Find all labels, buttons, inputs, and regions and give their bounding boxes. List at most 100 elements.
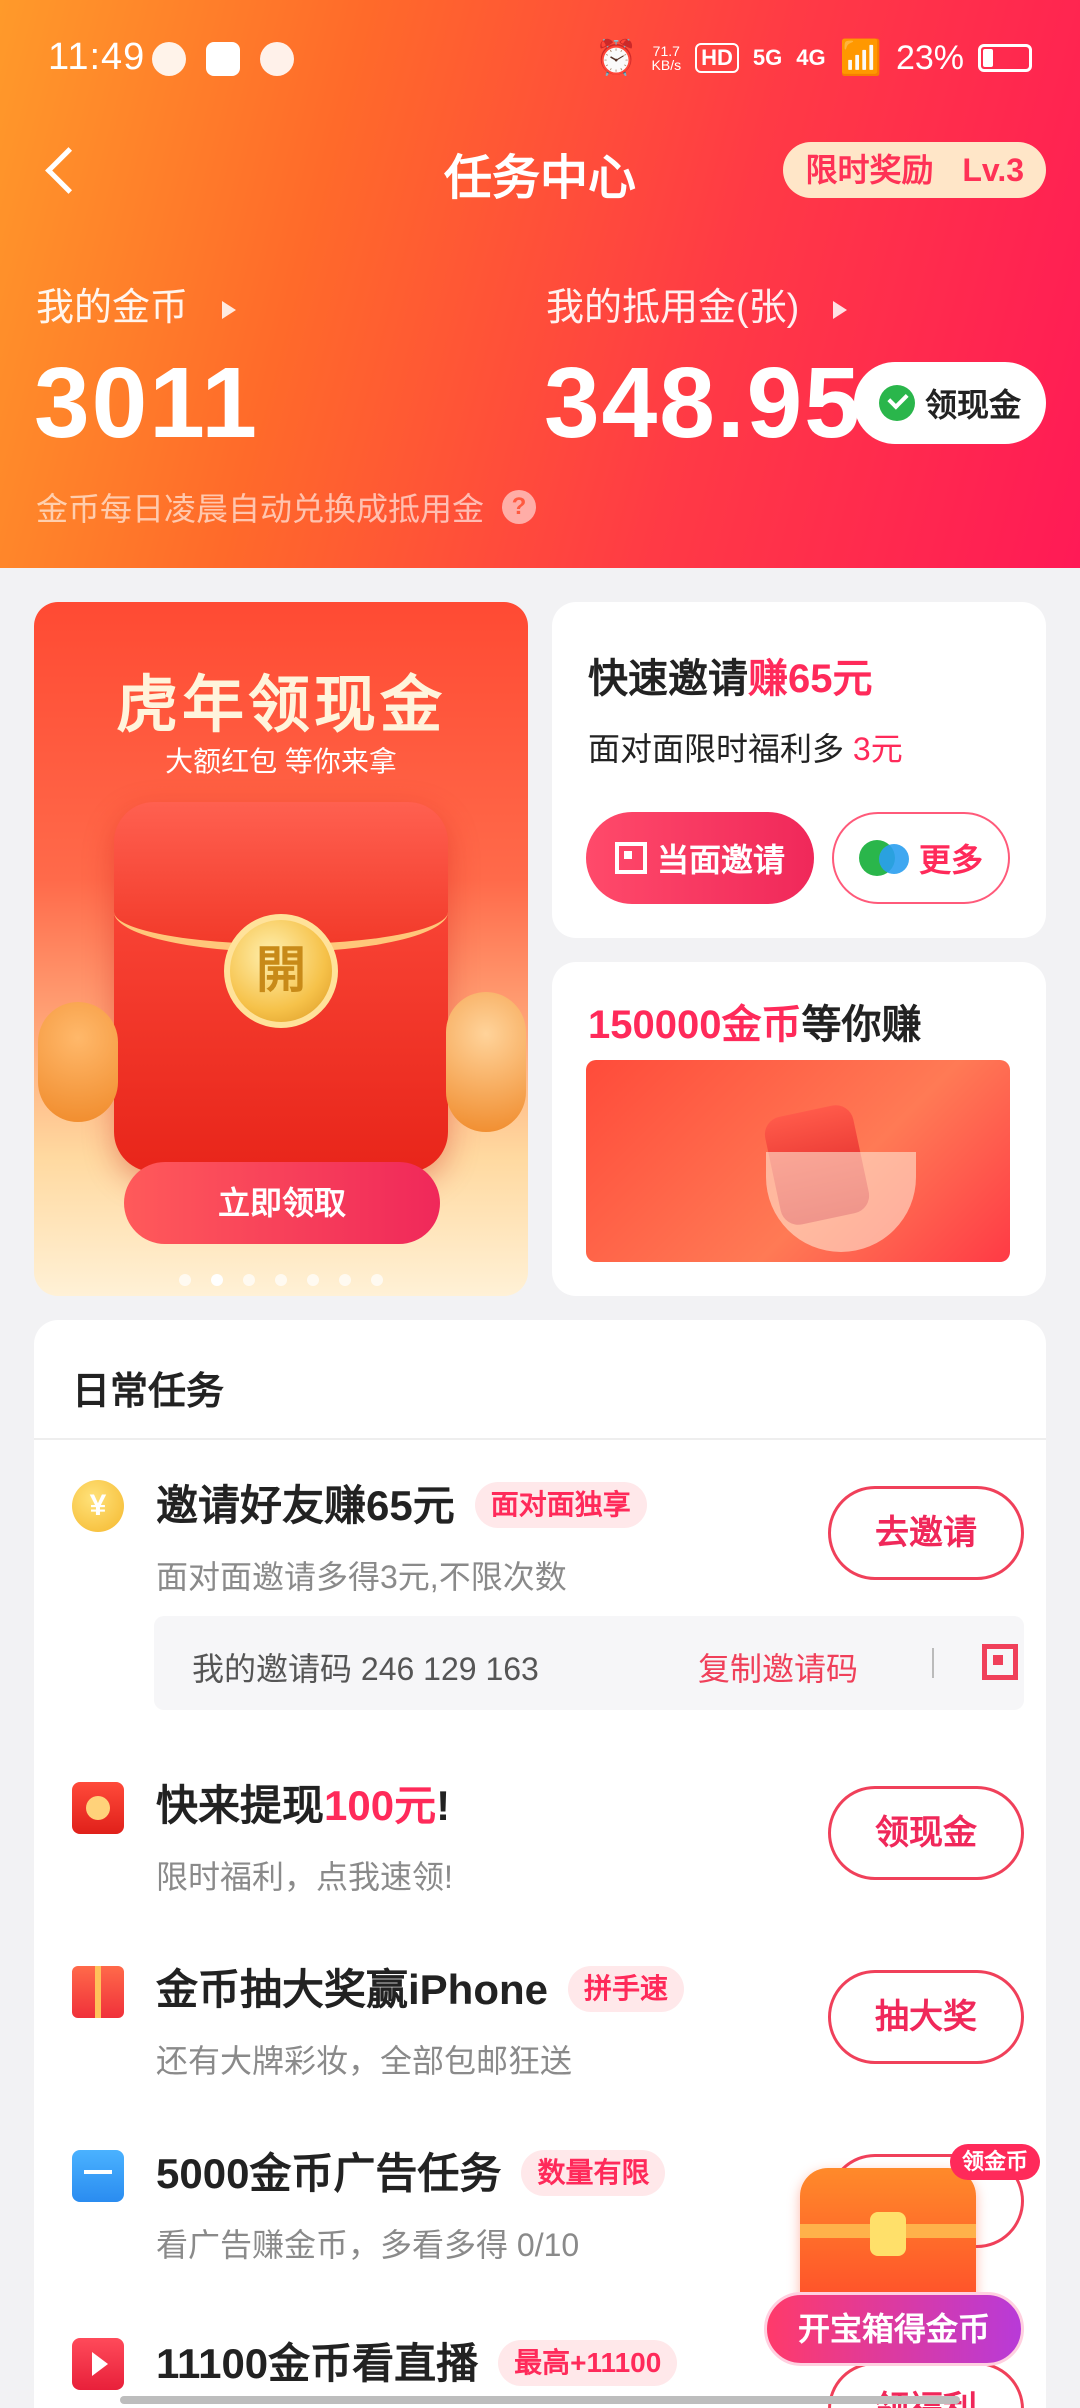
carousel-dot [371, 1274, 383, 1286]
voucher-label-text: 我的抵用金(张) [546, 287, 800, 329]
status-right: ⏰ 71.7 KB/s HD 5G 4G 📶 23% [595, 38, 1032, 78]
voucher-value: 348.95 [544, 347, 862, 459]
claim-now-button[interactable]: 立即领取 [124, 1162, 440, 1244]
go-invite-button[interactable]: 去邀请 [828, 1486, 1024, 1580]
task-name-text: 5000金币广告任务 [156, 2150, 502, 2197]
limit-badge-label: 限时奖励 [805, 152, 934, 188]
wifi-icon: 📶 [839, 39, 882, 77]
coins-promo-image [586, 1060, 1010, 1262]
coins-promo-title: 150000金币等你赚 [588, 992, 921, 1050]
limit-reward-badge[interactable]: 限时奖励 Lv.3 [783, 142, 1046, 198]
carousel-dot-active [211, 1274, 223, 1286]
alarm-icon: ⏰ [595, 39, 638, 77]
task-tag: 最高+11100 [498, 2339, 678, 2386]
app-notification-icon [206, 42, 240, 76]
coins-title-b: 等你赚 [801, 1003, 922, 1047]
hd-badge: HD [695, 43, 739, 73]
red-envelope-icon [72, 1782, 124, 1834]
help-icon[interactable]: ? [502, 490, 537, 524]
notification-icons [152, 42, 294, 76]
task-name: 金币抽大奖赢iPhone 拼手速 [156, 1956, 685, 2017]
battery-percent: 23% [895, 38, 964, 77]
message-icon [260, 42, 294, 76]
task-name-c: ! [436, 1782, 451, 1829]
task-name-a: 快来提现 [156, 1782, 325, 1829]
gesture-bar[interactable] [120, 2396, 960, 2404]
bowl-illustration [766, 1152, 916, 1252]
open-coin-icon: 開 [224, 914, 338, 1028]
task-name-text: 金币抽大奖赢iPhone [156, 1966, 549, 2013]
treasure-chest-widget[interactable]: 领金币 开宝箱得金币 [764, 2140, 1041, 2366]
invite-card-subtitle: 面对面限时福利多 3元 [588, 724, 903, 770]
tiger-mascot-right [446, 992, 526, 1132]
arrow-right-icon [833, 300, 848, 319]
notice-text: 金币每日凌晨自动兑换成抵用金 [36, 491, 485, 527]
task-name: 邀请好友赚65元 面对面独享 [156, 1472, 647, 1533]
redpack-subtitle: 大额红包 等你来拿 [165, 746, 397, 777]
task-desc: 面对面邀请多得3元,不限次数 [156, 1559, 567, 1595]
invite-code-row: 我的邀请码 246 129 163 复制邀请码 [154, 1616, 1024, 1710]
carousel-dot [179, 1274, 191, 1286]
divider [932, 1648, 934, 1678]
get-cash-task-button[interactable]: 领现金 [828, 1786, 1024, 1880]
redpack-banner[interactable]: 虎年领现金 大额红包 等你来拿 開 立即领取 [34, 602, 528, 1296]
task-tag: 拼手速 [568, 1965, 685, 2012]
invite-title-b: 赚65元 [748, 657, 873, 701]
open-chest-button[interactable]: 开宝箱得金币 [764, 2292, 1024, 2366]
coins-promo-card[interactable]: 150000金币等你赚 [552, 962, 1046, 1296]
net-speed-unit: KB/s [651, 57, 682, 73]
get-cash-button[interactable]: 领现金 [854, 362, 1046, 444]
tiger-mascot-left [38, 1002, 118, 1122]
voucher-label[interactable]: 我的抵用金(张) [546, 276, 848, 331]
signal-5g: 5G [752, 45, 783, 70]
task-name: 快来提现100元! [156, 1772, 450, 1833]
live-play-icon [72, 2338, 124, 2390]
daily-tasks-title: 日常任务 [72, 1371, 225, 1413]
header: 11:49 ⏰ 71.7 KB/s HD 5G 4G 📶 23% 任务中心 限时奖… [0, 0, 1080, 568]
quick-invite-card: 快速邀请赚65元 面对面限时福利多 3元 当面邀请 更多 [552, 602, 1046, 938]
task-name-text: 邀请好友赚65元 [156, 1482, 455, 1529]
draw-prize-button[interactable]: 抽大奖 [828, 1970, 1024, 2064]
invite-card-title: 快速邀请赚65元 [588, 646, 873, 704]
more-label: 更多 [918, 842, 983, 878]
battery-icon [978, 44, 1032, 72]
gift-icon [72, 1966, 124, 2018]
level-label: Lv.3 [962, 152, 1024, 188]
copy-invite-code-button[interactable]: 复制邀请码 [698, 1644, 858, 1690]
invite-code-label: 我的邀请码 246 129 163 [192, 1651, 539, 1687]
wechat-icon [858, 840, 909, 876]
carousel-dot [275, 1274, 287, 1286]
qr-code-icon[interactable] [982, 1644, 1018, 1680]
more-share-button[interactable]: 更多 [832, 812, 1010, 904]
exchange-notice: 金币每日凌晨自动兑换成抵用金 ? [36, 484, 537, 530]
carousel-dots [34, 1274, 528, 1286]
carousel-dot [307, 1274, 319, 1286]
get-coins-tag: 领金币 [950, 2144, 1041, 2180]
task-tag: 数量有限 [521, 2149, 666, 2196]
qr-code-icon [614, 842, 647, 874]
task-desc: 还有大牌彩妆，全部包邮狂送 [156, 2043, 573, 2079]
task-name: 5000金币广告任务 数量有限 [156, 2140, 666, 2201]
task-name-b: 100元 [324, 1782, 437, 1829]
redpack-title: 虎年领现金 [115, 671, 446, 740]
coins-label[interactable]: 我的金币 [36, 276, 237, 331]
task-name: 11100金币看直播 最高+11100 [156, 2330, 678, 2391]
arrow-right-icon [222, 300, 237, 319]
coins-title-a: 150000金币 [588, 1003, 802, 1047]
coins-label-text: 我的金币 [36, 287, 189, 329]
flame-icon [152, 42, 186, 76]
coins-value: 3011 [34, 347, 259, 459]
tv-icon [72, 2150, 124, 2202]
signal-4g: 4G [796, 45, 826, 70]
task-name-text: 11100金币看直播 [156, 2340, 479, 2387]
invite-sub-b: 3元 [852, 731, 903, 767]
invite-sub-a: 面对面限时福利多 [588, 731, 853, 767]
face-invite-label: 当面邀请 [656, 842, 785, 878]
divider [34, 1438, 1046, 1440]
face-invite-button[interactable]: 当面邀请 [586, 812, 814, 904]
task-desc: 看广告赚金币，多看多得 0/10 [156, 2227, 580, 2263]
carousel-dot [339, 1274, 351, 1286]
carousel-dot [243, 1274, 255, 1286]
status-time: 11:49 [48, 36, 146, 78]
get-cash-label: 领现金 [924, 387, 1021, 423]
